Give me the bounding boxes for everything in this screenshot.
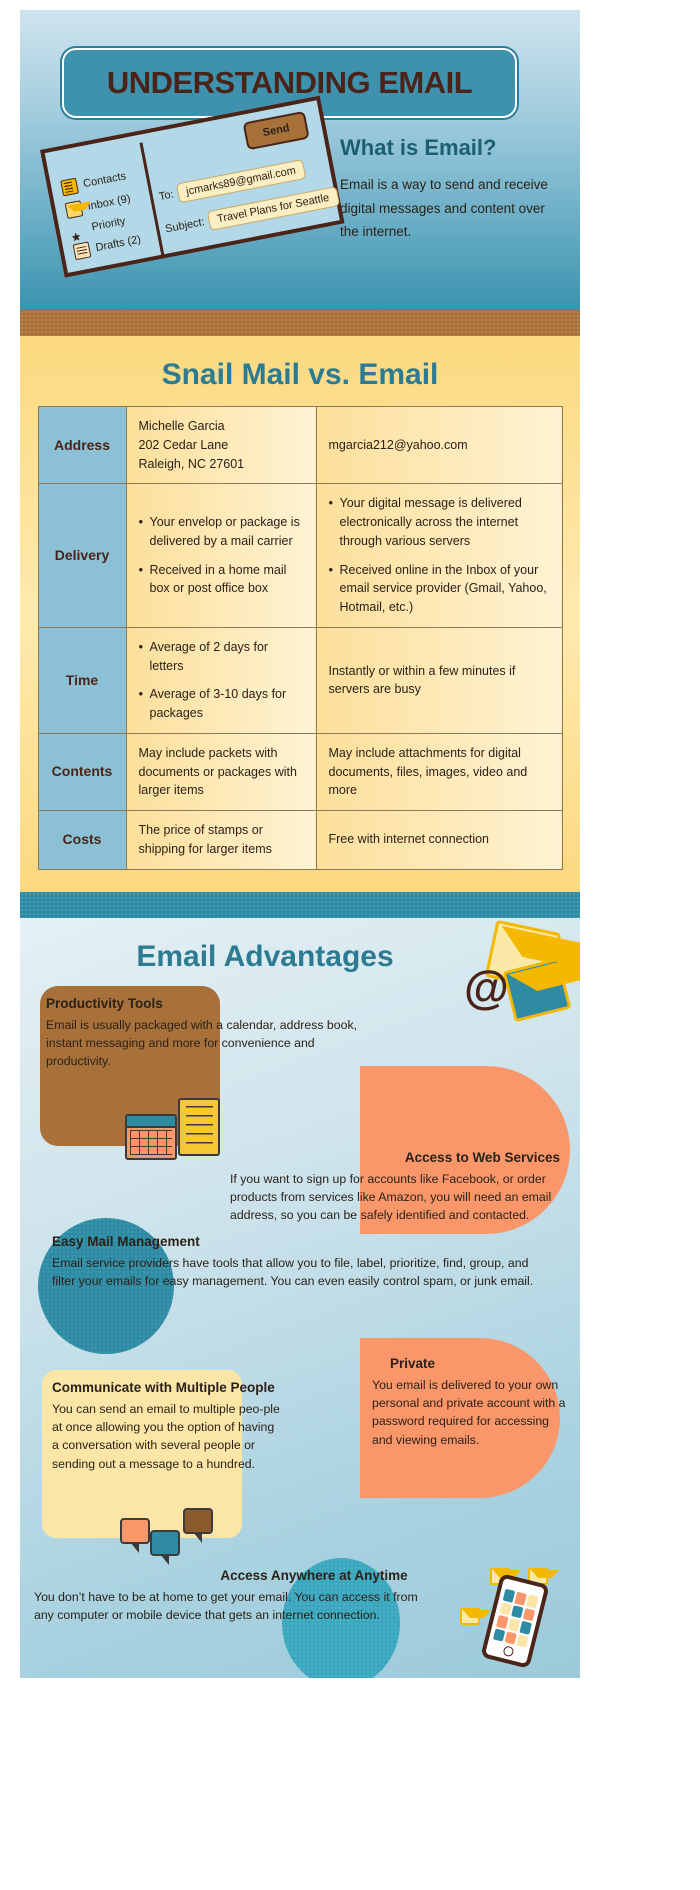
- cell-snail-time: Average of 2 days for letters Average of…: [125, 626, 317, 734]
- table-row: Costs The price of stamps or shipping fo…: [37, 810, 563, 870]
- speech-bubble-icon: [183, 1507, 213, 1543]
- row-category-time: Time: [37, 626, 127, 734]
- advantage-body: Email service providers have tools that …: [52, 1255, 534, 1288]
- teal-divider-band: [20, 891, 580, 918]
- drafts-icon: [72, 241, 92, 261]
- to-label: To:: [158, 188, 175, 204]
- list-item: Received online in the Inbox of your ema…: [329, 559, 550, 617]
- cell-snail-contents: May include packets with documents or pa…: [125, 732, 317, 812]
- nav-label-inbox: Inbox (9): [86, 192, 132, 213]
- advantage-title: Access Anywhere at Anytime: [220, 1567, 408, 1583]
- text-line: Instantly or within a few minutes if ser…: [328, 663, 516, 697]
- cell-email-contents: May include attachments for digital docu…: [315, 732, 563, 812]
- text-line: The price of stamps or shipping for larg…: [138, 823, 272, 856]
- comparison-section: Snail Mail vs. Email Address Michelle Ga…: [20, 336, 580, 892]
- advantage-body: You don’t have to be at home to get your…: [34, 1589, 418, 1622]
- brown-divider-band: [20, 310, 580, 336]
- nav-label-contacts: Contacts: [82, 170, 128, 191]
- advantage-body: Email is usually packaged with a calenda…: [46, 1017, 358, 1069]
- advantage-body: If you want to sign up for accounts like…: [230, 1171, 552, 1223]
- advantage-access-to-web-services: Access to Web Services If you want to si…: [230, 1150, 560, 1225]
- table-row: Contents May include packets with docume…: [37, 732, 563, 812]
- list-item: Average of 2 days for letters: [139, 637, 304, 676]
- bullet-list: Your digital message is delivered electr…: [329, 493, 550, 617]
- table-row: Time Average of 2 days for letters Avera…: [37, 626, 563, 734]
- infographic-poster: UNDERSTANDING EMAIL What is Email? Email…: [20, 10, 580, 1880]
- advantage-private: Private You email is delivered to your o…: [372, 1356, 572, 1450]
- subject-label: Subject:: [164, 216, 206, 236]
- list-item: Your digital message is delivered electr…: [329, 493, 550, 550]
- text-line: May include packets with documents or pa…: [138, 745, 297, 798]
- row-category-address: Address: [37, 405, 127, 485]
- row-category-contents: Contents: [37, 732, 127, 812]
- advantage-easy-mail-management: Easy Mail Management Email service provi…: [52, 1234, 552, 1291]
- comparison-heading: Snail Mail vs. Email: [161, 358, 439, 391]
- table-row: Address Michelle Garcia 202 Cedar Lane R…: [37, 405, 563, 485]
- at-sign-icon: @: [464, 960, 509, 1013]
- row-category-costs: Costs: [37, 810, 127, 870]
- cell-email-time: Instantly or within a few minutes if ser…: [315, 626, 563, 734]
- what-is-email-body: Email is a way to send and receive digit…: [340, 177, 548, 240]
- comparison-table: Address Michelle Garcia 202 Cedar Lane R…: [37, 405, 563, 870]
- calendar-icon: [125, 1113, 177, 1160]
- header-section: UNDERSTANDING EMAIL What is Email? Email…: [20, 10, 580, 310]
- text-line: mgarcia212@yahoo.com: [328, 437, 468, 452]
- mobile-phone-icon: [480, 1572, 550, 1669]
- bullet-list: Your envelop or package is delivered by …: [139, 512, 304, 599]
- advantage-title: Private: [390, 1355, 436, 1371]
- cell-email-address: mgarcia212@yahoo.com: [315, 405, 563, 485]
- speech-bubble-icon: [120, 1517, 150, 1553]
- bullet-list: Average of 2 days for letters Average of…: [139, 637, 304, 723]
- advantage-title: Easy Mail Management: [52, 1233, 200, 1249]
- advantage-title: Access to Web Services: [404, 1149, 560, 1165]
- advantage-title: Productivity Tools: [46, 995, 163, 1011]
- mail-envelope-icon: [460, 1607, 491, 1625]
- text-line: Free with internet connection: [328, 832, 490, 847]
- table-row: Delivery Your envelop or package is deli…: [37, 483, 563, 628]
- cell-email-delivery: Your digital message is delivered electr…: [315, 483, 563, 628]
- notebook-icon: [178, 1097, 220, 1156]
- text-line: Michelle Garcia: [138, 419, 225, 433]
- advantage-productivity-tools: Productivity Tools Email is usually pack…: [46, 996, 376, 1071]
- list-item: Average of 3-10 days for packages: [139, 684, 304, 723]
- text-line: Raleigh, NC 27601: [138, 456, 245, 471]
- speech-bubble-icon: [150, 1529, 180, 1565]
- advantage-body: You can send an email to multiple peo-pl…: [52, 1401, 280, 1471]
- advantage-title: Communicate with Multiple People: [52, 1379, 275, 1395]
- what-is-email-heading: What is Email?: [340, 135, 497, 160]
- nav-label-priority: Priority: [90, 215, 127, 234]
- list-item: Your envelop or package is delivered by …: [139, 512, 304, 551]
- inbox-envelope-icon: [64, 200, 84, 219]
- envelope-at-illustration: @: [458, 919, 578, 1030]
- nav-label-drafts: Drafts (2): [94, 233, 142, 255]
- mail-client-nav: Contacts Inbox (9) ★ Priority Drafts (2): [60, 164, 161, 267]
- star-icon: ★: [70, 230, 83, 245]
- cell-snail-address: Michelle Garcia 202 Cedar Lane Raleigh, …: [125, 405, 317, 485]
- phone-app-grid: [492, 1588, 539, 1647]
- text-line: 202 Cedar Lane: [138, 437, 229, 452]
- row-category-delivery: Delivery: [37, 483, 127, 628]
- cell-snail-delivery: Your envelop or package is delivered by …: [125, 483, 317, 628]
- text-line: May include attachments for digital docu…: [328, 745, 528, 798]
- advantage-communicate-with-multiple-people: Communicate with Multiple People You can…: [52, 1380, 282, 1474]
- advantage-access-anywhere-at-anytime: Access Anywhere at Anytime You don’t hav…: [34, 1568, 434, 1625]
- cell-snail-costs: The price of stamps or shipping for larg…: [125, 810, 317, 870]
- advantage-body: You email is delivered to your own perso…: [372, 1377, 566, 1447]
- page-title: UNDERSTANDING EMAIL: [106, 65, 473, 100]
- cell-email-costs: Free with internet connection: [315, 810, 563, 870]
- send-button[interactable]: Send: [242, 110, 310, 151]
- what-is-email-block: What is Email? Email is a way to send an…: [340, 135, 555, 244]
- list-item: Received in a home mail box or post offi…: [139, 560, 304, 599]
- email-client-illustration: Send Contacts Inbox (9) ★ Priority Draft…: [40, 95, 345, 278]
- contacts-icon: [60, 177, 79, 197]
- advantages-section: Email Advantages @ Productivity Tools Em…: [20, 917, 580, 1678]
